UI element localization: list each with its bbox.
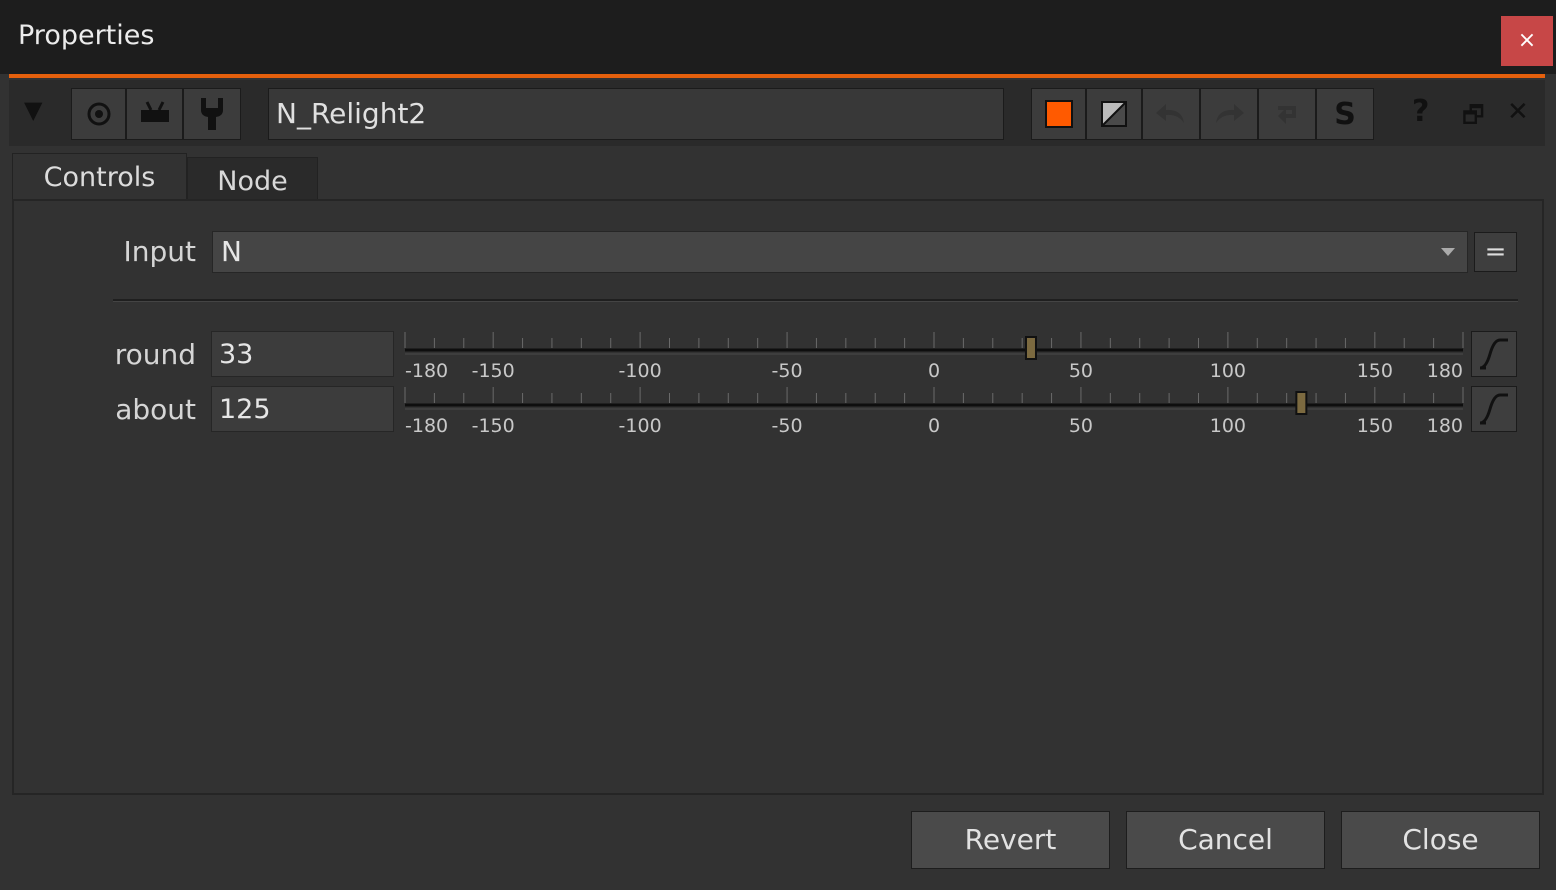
settings-button[interactable]	[183, 88, 241, 140]
curve-icon	[1479, 393, 1508, 425]
input-dropdown-value: N	[221, 235, 242, 268]
close-button[interactable]: Close	[1341, 811, 1540, 869]
slider-tick-label: -180	[405, 360, 448, 382]
slider-tick-label: 50	[1069, 360, 1093, 382]
about-animation-button[interactable]	[1471, 386, 1517, 432]
slider-tick-label: 0	[928, 360, 940, 382]
slider-tick-label: 100	[1210, 415, 1246, 437]
slider-tick-label: 50	[1069, 415, 1093, 437]
slider-handle[interactable]	[1024, 336, 1037, 360]
input-label: Input	[123, 235, 196, 268]
help-icon[interactable]: ?	[1412, 94, 1429, 129]
link-input-button[interactable]: =	[1474, 232, 1517, 272]
viewer-icon	[140, 101, 169, 122]
undo-button[interactable]	[1142, 88, 1200, 140]
slider-tick-label: 100	[1210, 360, 1246, 382]
cancel-button[interactable]: Cancel	[1126, 811, 1325, 869]
collapse-icon[interactable]: ▼	[24, 96, 42, 124]
window-close-button[interactable]: ×	[1501, 16, 1553, 66]
about-slider[interactable]: -180 -150 -100 -50 0 50 100 150 180	[400, 381, 1468, 439]
revert-button[interactable]: Revert	[911, 811, 1110, 869]
node-color-button[interactable]	[1031, 88, 1086, 140]
slider-tick-label: 0	[928, 415, 940, 437]
slider-tick-label: -150	[472, 415, 515, 437]
undo-icon	[1156, 104, 1184, 123]
viewer-button[interactable]	[126, 88, 183, 140]
tab-node[interactable]: Node	[187, 157, 318, 200]
title-bar: Properties ×	[0, 0, 1556, 74]
accent-line	[9, 74, 1545, 78]
round-value-input[interactable]: 33	[211, 331, 394, 377]
close-panel-icon[interactable]: ✕	[1507, 97, 1529, 127]
script-icon: S	[1334, 96, 1356, 132]
slider-tick-label: -150	[472, 360, 515, 382]
node-name-input[interactable]: N_Relight2	[268, 88, 1004, 140]
redo-button[interactable]	[1200, 88, 1258, 140]
revert-knobs-button[interactable]	[1258, 88, 1316, 140]
slider-tick-label: -100	[619, 415, 662, 437]
slider-tick-label: 180	[1427, 415, 1463, 437]
window-title: Properties	[18, 20, 155, 51]
slider-tick-label: 150	[1357, 415, 1393, 437]
slider-tick-label: -100	[619, 360, 662, 382]
color-split-icon	[1101, 101, 1127, 127]
tab-controls[interactable]: Controls	[12, 153, 187, 201]
redo-icon	[1216, 104, 1244, 123]
controls-panel	[12, 199, 1544, 795]
target-icon	[87, 102, 110, 126]
curve-icon	[1479, 338, 1508, 370]
slider-tick-label: 150	[1357, 360, 1393, 382]
mix-color-button[interactable]	[1086, 88, 1142, 140]
about-value-input[interactable]: 125	[211, 386, 394, 432]
slider-tick-label: -180	[405, 415, 448, 437]
about-label: about	[115, 393, 196, 426]
round-slider[interactable]: -180 -150 -100 -50 0 50 100 150 180	[400, 326, 1468, 384]
slider-tick-label: -50	[772, 415, 803, 437]
float-panel-icon[interactable]: 🗗	[1462, 98, 1485, 139]
reset-icon	[1278, 106, 1296, 124]
chevron-down-icon	[1441, 248, 1455, 256]
slider-tick-label: -50	[772, 360, 803, 382]
input-dropdown[interactable]: N	[212, 231, 1468, 273]
divider	[113, 299, 1518, 302]
view-node-button[interactable]	[71, 88, 126, 140]
round-animation-button[interactable]	[1471, 331, 1517, 377]
slider-handle[interactable]	[1295, 391, 1308, 415]
wrench-icon	[201, 98, 223, 130]
script-button[interactable]: S	[1316, 88, 1374, 140]
slider-tick-label: 180	[1427, 360, 1463, 382]
color-swatch-icon	[1044, 100, 1073, 128]
round-label: round	[114, 338, 196, 371]
